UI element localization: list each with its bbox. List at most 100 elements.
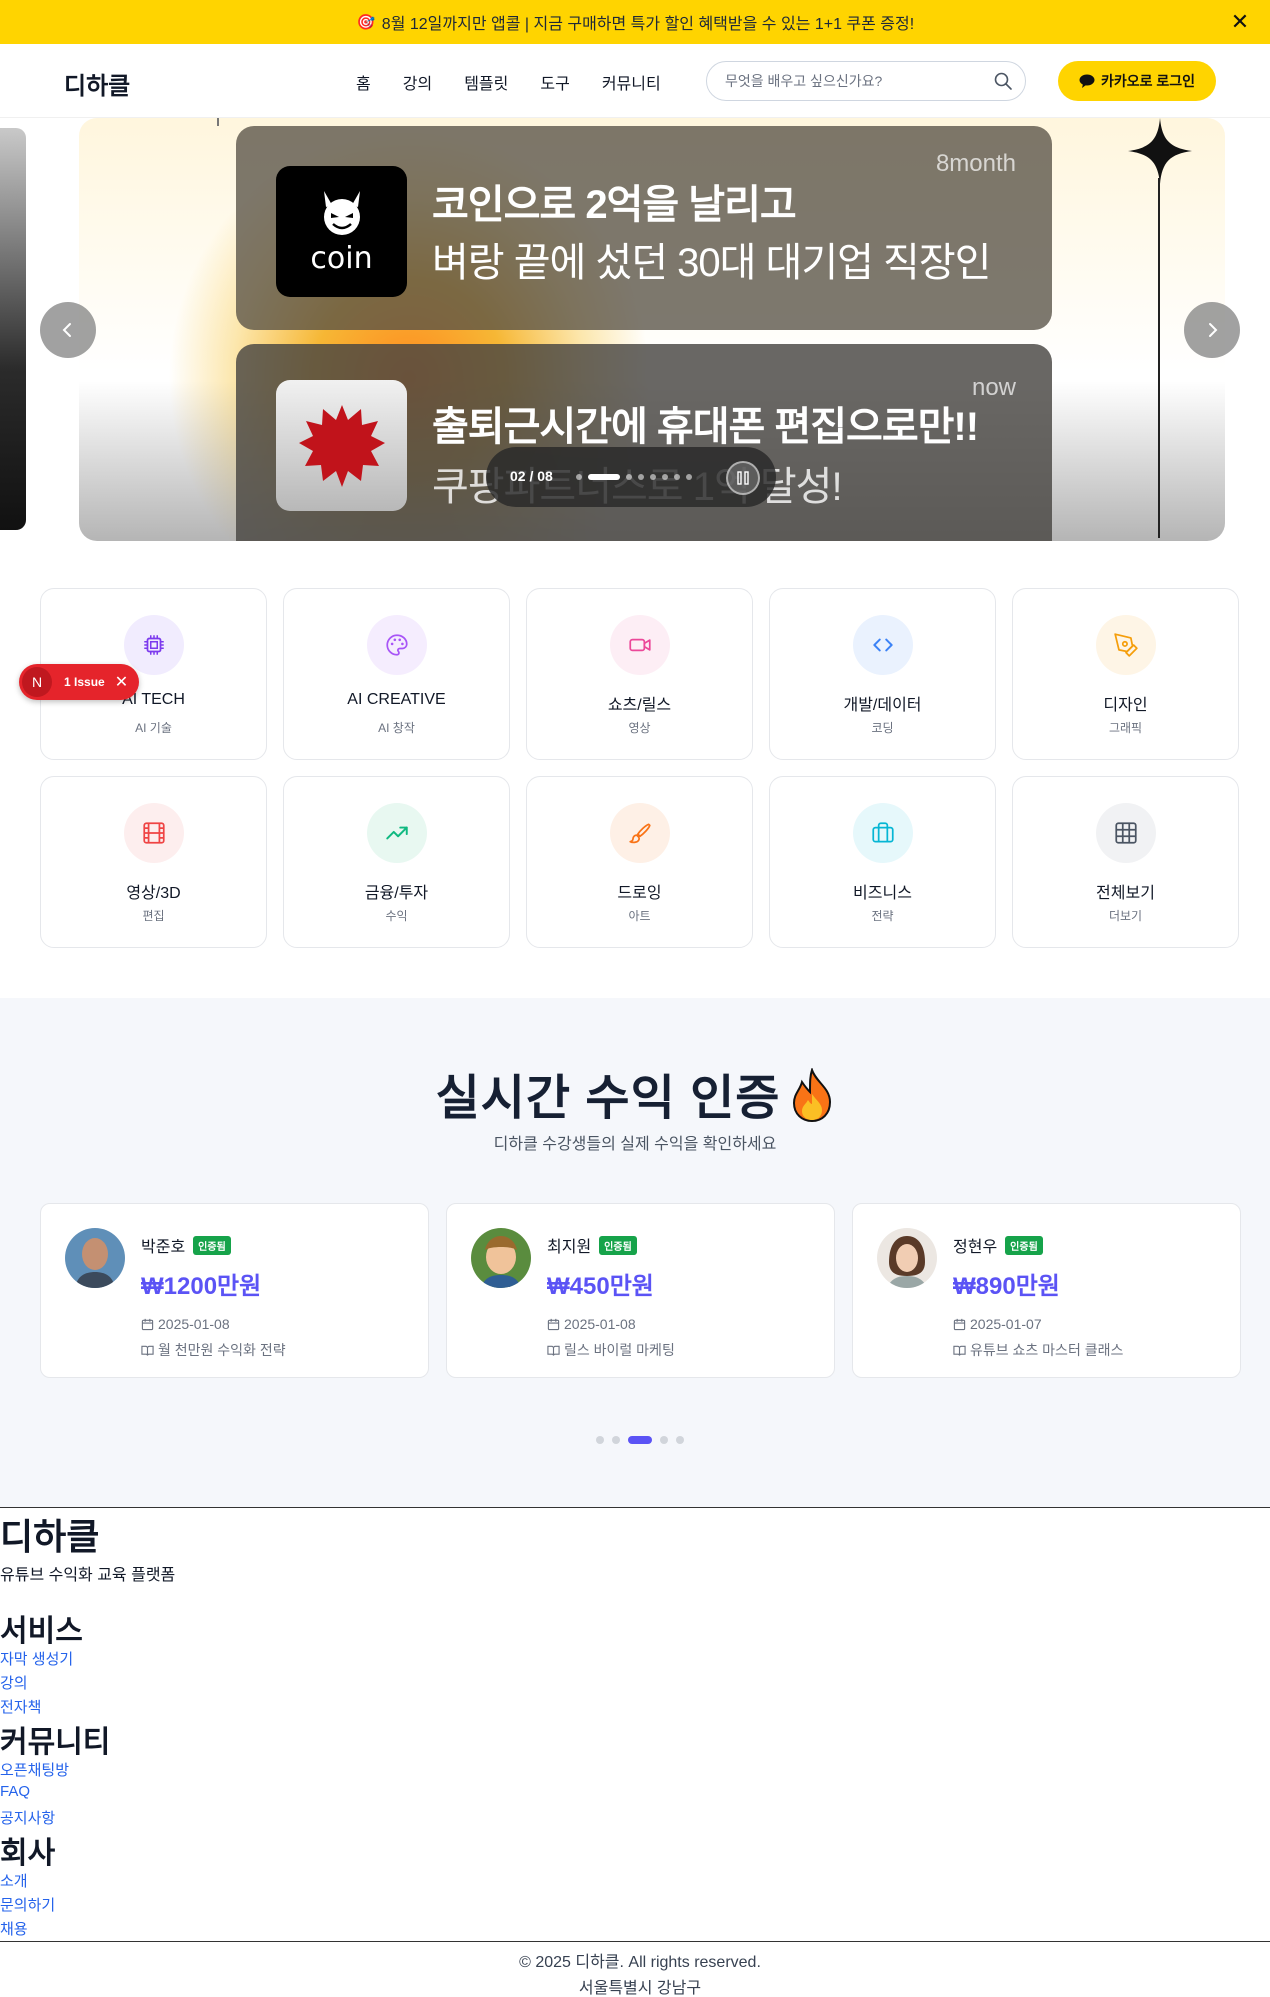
pause-button[interactable]: [726, 461, 760, 495]
nav-community[interactable]: 커뮤니티: [602, 70, 661, 94]
kakao-login-button[interactable]: 카카오로 로그인: [1058, 61, 1216, 101]
slide-decor-tick: [217, 118, 219, 126]
category-icon-wrap: [367, 615, 427, 675]
footer-link[interactable]: 오픈채팅방: [0, 1759, 69, 1780]
calendar-icon: [953, 1318, 966, 1330]
pager-dot[interactable]: [686, 474, 692, 480]
earning-date-text: 2025-01-08: [564, 1316, 636, 1332]
earnings-pager-dot[interactable]: [628, 1436, 652, 1444]
earnings-pager-dot[interactable]: [676, 1436, 684, 1444]
category-card[interactable]: 개발/데이터 코딩: [769, 588, 996, 760]
footer-address: 서울특별시 강남구: [578, 1980, 702, 1997]
nav-tools[interactable]: 도구: [540, 70, 569, 94]
footer-link[interactable]: 채용: [0, 1918, 28, 1939]
footer-logo: 디하클: [0, 1516, 100, 1557]
earning-date: 2025-01-07: [953, 1316, 1042, 1332]
avatar: [65, 1228, 125, 1288]
pause-icon: [737, 471, 749, 485]
category-card[interactable]: 비즈니스 전략: [769, 776, 996, 948]
category-sub: 그래픽: [1108, 721, 1143, 735]
category-icon-wrap: [610, 615, 670, 675]
category-icon-wrap: [124, 803, 184, 863]
issue-badge[interactable]: N 1 Issue ✕: [19, 664, 139, 700]
earning-date-text: 2025-01-08: [158, 1316, 230, 1332]
pager-dot[interactable]: [662, 474, 668, 480]
earnings-card: 박준호 인증됨 ₩1200만원 2025-01-08 월 천만원 수익화 전략: [40, 1203, 429, 1378]
coin-thumbnail: coin: [276, 166, 407, 297]
close-icon[interactable]: ✕: [1228, 9, 1252, 34]
carousel-prev-button[interactable]: [40, 302, 96, 358]
avatar-image: [471, 1228, 531, 1288]
carousel-next-button[interactable]: [1184, 302, 1240, 358]
category-card[interactable]: AI CREATIVE AI 창작: [283, 588, 510, 760]
book-open-icon: [953, 1345, 966, 1356]
category-name: 드로잉: [617, 885, 662, 902]
earnings-pager-dot[interactable]: [660, 1436, 668, 1444]
story-time: now: [971, 374, 1016, 401]
category-name: 금융/투자: [364, 885, 429, 902]
earnings-title-text: 실시간 수익 인증: [435, 1072, 781, 1125]
category-card[interactable]: 영상/3D 편집: [40, 776, 267, 948]
earning-course: 유튜브 쇼츠 마스터 클래스: [953, 1340, 1123, 1360]
footer-section-title: 커뮤니티: [0, 1726, 111, 1759]
search-icon[interactable]: [993, 71, 1013, 91]
book-open-icon: [141, 1345, 154, 1356]
earnings-pager-dot[interactable]: [612, 1436, 620, 1444]
carousel-pager: 02 / 08: [486, 447, 776, 507]
earnings-cards: 박준호 인증됨 ₩1200만원 2025-01-08 월 천만원 수익화 전략 최…: [40, 1203, 1241, 1378]
category-icon-wrap: [1096, 615, 1156, 675]
pen-tool-icon: [1114, 633, 1138, 657]
footer-link[interactable]: 전자책: [0, 1696, 41, 1717]
nav-templates[interactable]: 템플릿: [464, 70, 508, 94]
site-logo[interactable]: 디하클: [64, 66, 130, 101]
category-sub: 전략: [871, 909, 894, 923]
category-card[interactable]: 디자인 그래픽: [1012, 588, 1239, 760]
category-card[interactable]: 금융/투자 수익: [283, 776, 510, 948]
story-card: 출퇴근시간에 휴대폰 편집으로만!! 쿠팡파트너스로 1억 달성! now: [236, 344, 1052, 541]
pager-dot[interactable]: [588, 474, 620, 480]
close-icon[interactable]: ✕: [115, 672, 128, 692]
category-name: 전체보기: [1096, 885, 1155, 902]
pager-dot[interactable]: [626, 474, 632, 480]
pager-dot[interactable]: [638, 474, 644, 480]
category-card[interactable]: 전체보기 더보기: [1012, 776, 1239, 948]
category-name: AI CREATIVE: [347, 691, 446, 708]
category-sub: 아트: [628, 909, 651, 923]
film-icon: [143, 822, 165, 844]
category-sub: AI 창작: [378, 721, 415, 735]
category-grid: AI TECH AI 기술 AI CREATIVE AI 창작 쇼츠/릴스 영상…: [40, 588, 1240, 948]
earner-name-text: 박준호: [141, 1239, 186, 1256]
pager-dot[interactable]: [674, 474, 680, 480]
code-icon: [873, 638, 893, 652]
coin-thumb-text: coin: [310, 241, 373, 276]
decor-line: [1158, 178, 1160, 538]
video-icon: [629, 638, 651, 652]
category-card[interactable]: 쇼츠/릴스 영상: [526, 588, 753, 760]
search-input[interactable]: [725, 62, 995, 100]
earning-course-text: 유튜브 쇼츠 마스터 클래스: [970, 1342, 1124, 1358]
verified-badge: 인증됨: [193, 1236, 231, 1255]
chip-icon: [144, 635, 164, 655]
pager-dot[interactable]: [576, 474, 582, 480]
footer-link[interactable]: 공지사항: [0, 1807, 55, 1828]
earnings-pager-dot[interactable]: [596, 1436, 604, 1444]
nav-home[interactable]: 홈: [356, 70, 371, 94]
footer-link[interactable]: 문의하기: [0, 1894, 55, 1915]
target-icon: 🎯: [356, 14, 376, 31]
site-footer: 디하클 유튜브 수익화 교육 플랫폼 서비스 자막 생성기 강의 전자책 커뮤니…: [0, 1507, 1270, 1997]
footer-link[interactable]: 소개: [0, 1870, 28, 1891]
category-card[interactable]: 드로잉 아트: [526, 776, 753, 948]
category-sub: 영상: [628, 721, 651, 735]
earning-date-text: 2025-01-07: [970, 1316, 1042, 1332]
story-subtitle: 벼랑 끝에 섰던 30대 대기업 직장인: [432, 241, 991, 285]
footer-link[interactable]: 강의: [0, 1672, 28, 1693]
story-title: 코인으로 2억을 날리고: [432, 183, 797, 227]
earning-course: 월 천만원 수익화 전략: [141, 1340, 286, 1360]
footer-link[interactable]: 자막 생성기: [0, 1648, 73, 1669]
pager-dot[interactable]: [650, 474, 656, 480]
issue-badge-logo: N: [22, 667, 52, 697]
footer-link[interactable]: FAQ: [0, 1783, 30, 1800]
earnings-subtitle: 디하클 수강생들의 실제 수익을 확인하세요: [493, 1136, 777, 1153]
nav-courses[interactable]: 강의: [403, 70, 432, 94]
chevron-left-icon: [62, 323, 71, 337]
